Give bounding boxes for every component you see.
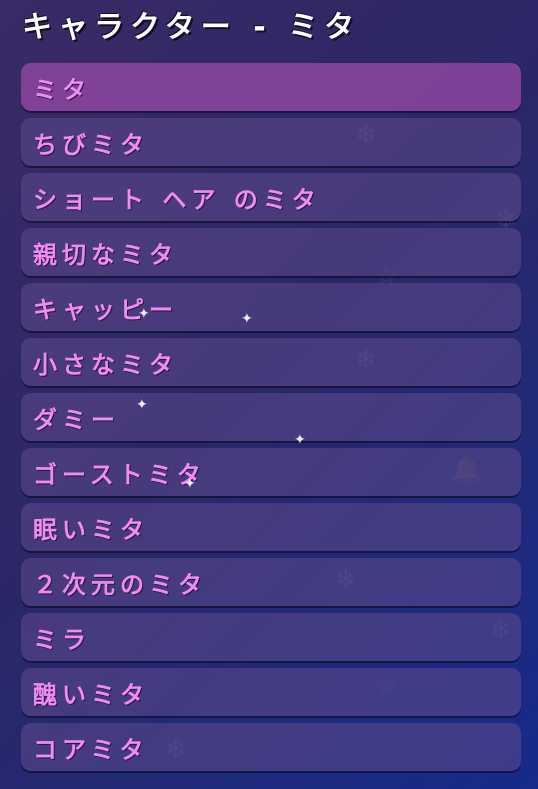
character-item-mila[interactable]: ミラ <box>21 613 521 661</box>
character-label: コアミタ <box>33 735 149 764</box>
character-item-sleepy-mita[interactable]: 眠いミタ <box>21 503 521 551</box>
character-item-2d-mita[interactable]: ２次元のミタ <box>21 558 521 606</box>
character-item-ugly-mita[interactable]: 醜いミタ <box>21 668 521 716</box>
page-title: キャラクター - ミタ <box>22 10 361 45</box>
character-item-cappie[interactable]: キャッピー <box>21 283 521 331</box>
character-item-kind-mita[interactable]: 親切なミタ <box>21 228 521 276</box>
character-label: ゴーストミタ <box>33 460 206 489</box>
character-list: ミタ ちびミタ ショート ヘア のミタ 親切なミタ キャッピー 小さなミタ ダミ… <box>21 63 521 778</box>
character-label: 醜いミタ <box>33 680 149 709</box>
character-label: ダミー <box>33 405 120 434</box>
character-item-short-hair-mita[interactable]: ショート ヘア のミタ <box>21 173 521 221</box>
character-label: 眠いミタ <box>33 515 149 544</box>
character-label: ミラ <box>33 625 91 654</box>
character-item-core-mita[interactable]: コアミタ <box>21 723 521 771</box>
character-label: ちびミタ <box>33 130 149 159</box>
character-item-chibi-mita[interactable]: ちびミタ <box>21 118 521 166</box>
character-label: 小さなミタ <box>33 350 178 379</box>
character-label: ミタ <box>33 75 91 104</box>
character-item-little-mita[interactable]: 小さなミタ <box>21 338 521 386</box>
character-label: ショート ヘア のミタ <box>33 185 321 214</box>
character-label: キャッピー <box>33 295 178 324</box>
character-item-ghost-mita[interactable]: ゴーストミタ <box>21 448 521 496</box>
character-label: 親切なミタ <box>33 240 178 269</box>
character-label: ２次元のミタ <box>33 570 207 599</box>
character-item-mita[interactable]: ミタ <box>21 63 521 111</box>
character-item-dummy[interactable]: ダミー <box>21 393 521 441</box>
